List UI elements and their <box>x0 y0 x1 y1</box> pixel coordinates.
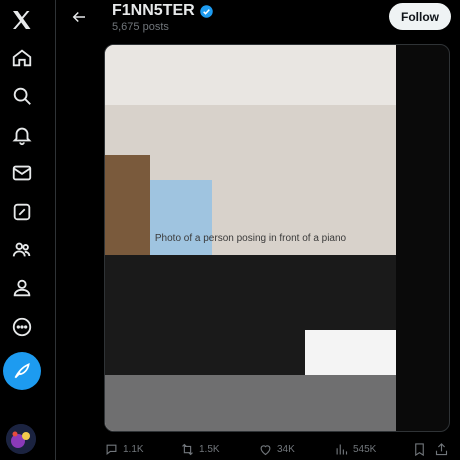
x-logo-icon[interactable] <box>2 0 42 40</box>
post-actions: 1.1K 1.5K 34K 545K <box>104 440 450 460</box>
arrow-left-icon <box>70 8 88 26</box>
like-count: 34K <box>277 443 295 455</box>
communities-icon[interactable] <box>2 230 42 270</box>
bookmark-button[interactable] <box>412 440 427 458</box>
account-avatar[interactable] <box>6 424 36 454</box>
post-button[interactable] <box>3 352 41 390</box>
search-icon[interactable] <box>2 76 42 116</box>
reply-button[interactable]: 1.1K <box>104 440 144 458</box>
repost-count: 1.5K <box>199 443 220 455</box>
home-icon[interactable] <box>2 38 42 78</box>
repost-icon <box>180 442 195 457</box>
view-count: 545K <box>353 443 377 455</box>
views-button[interactable]: 545K <box>334 440 376 458</box>
heart-icon <box>258 442 273 457</box>
repost-button[interactable]: 1.5K <box>180 440 220 458</box>
reply-count: 1.1K <box>123 443 144 455</box>
post-header: F1NN5TER 5,675 posts Follow <box>56 0 460 40</box>
grok-icon[interactable] <box>2 192 42 232</box>
share-icon <box>434 442 449 457</box>
post-count: 5,675 posts <box>112 21 169 33</box>
back-button[interactable] <box>66 4 92 30</box>
sidebar-nav <box>0 0 44 460</box>
photo-placeholder-caption: Photo of a person posing in front of a p… <box>154 232 347 244</box>
post-photo[interactable]: Photo of a person posing in front of a p… <box>105 45 396 431</box>
column-divider <box>55 0 56 460</box>
more-icon[interactable] <box>2 307 42 347</box>
like-button[interactable]: 34K <box>258 440 295 458</box>
follow-button[interactable]: Follow <box>389 3 451 30</box>
reply-icon <box>104 442 119 457</box>
bell-icon[interactable] <box>2 115 42 155</box>
profile-icon[interactable] <box>2 268 42 308</box>
bookmark-icon <box>412 442 427 457</box>
mail-icon[interactable] <box>2 153 42 193</box>
feather-icon <box>12 361 32 381</box>
analytics-icon <box>334 442 349 457</box>
profile-name[interactable]: F1NN5TER <box>112 2 195 20</box>
share-button[interactable] <box>434 440 449 458</box>
media-container[interactable]: Photo of a person posing in front of a p… <box>104 44 450 432</box>
verified-badge-icon <box>199 4 214 19</box>
profile-title-row: F1NN5TER <box>112 2 214 20</box>
